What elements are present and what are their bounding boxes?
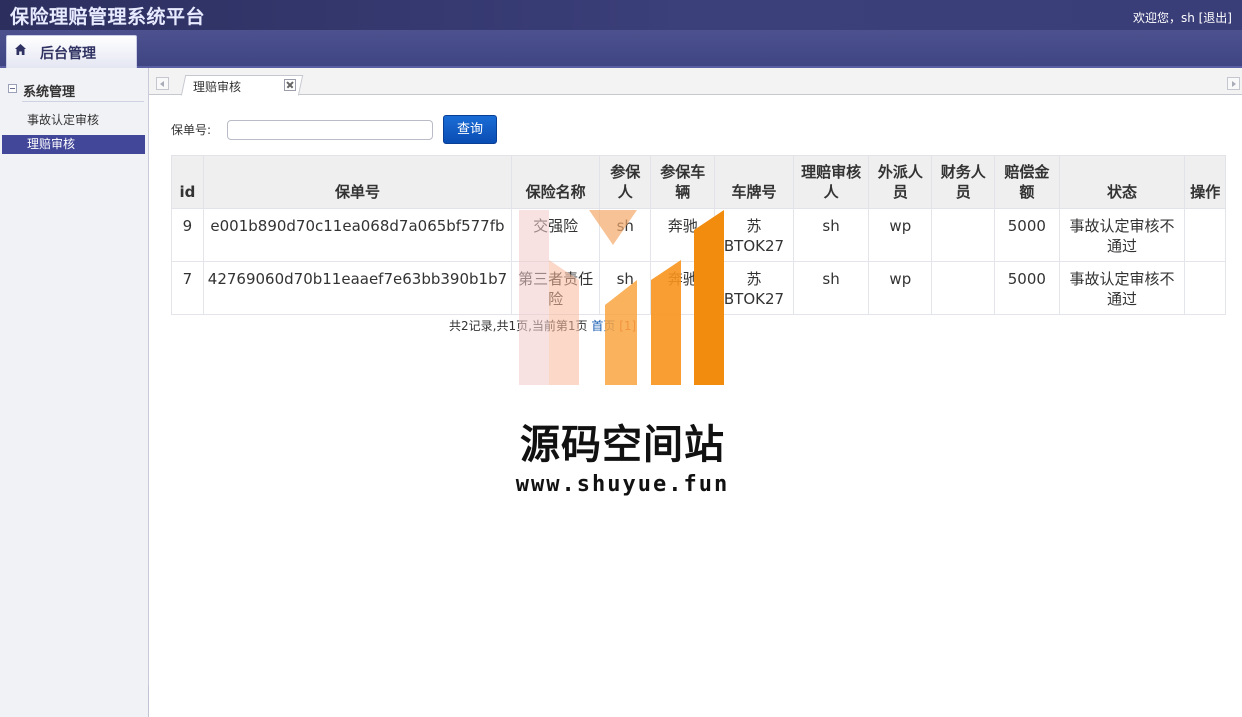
sidebar-item-claim-review[interactable]: 理赔审核	[2, 135, 145, 154]
collapse-icon	[8, 84, 17, 93]
col-header: 操作	[1184, 155, 1226, 209]
tabs-bar	[149, 68, 1242, 96]
tab-scroll-right-icon[interactable]	[1227, 77, 1240, 90]
divider	[22, 101, 144, 102]
table-cell: e001b890d70c11ea068d7a065bf577fb	[202, 208, 513, 262]
module-bar: 后台管理	[0, 30, 1242, 68]
sidebar-item-accident-review[interactable]: 事故认定审核	[2, 111, 145, 130]
claims-table: id 保单号 保险名称 参保人 参保车辆 车牌号 理赔审核人 外派人员 财务人员…	[171, 155, 1226, 315]
pagination-summary: 共2记录,共1页,当前第1页	[449, 319, 588, 333]
tab-scroll-left-icon[interactable]	[156, 77, 169, 90]
col-header: 车牌号	[714, 155, 794, 209]
table-cell: 9	[171, 208, 204, 262]
table-cell: 5000	[994, 261, 1060, 315]
table-cell: sh	[599, 208, 652, 262]
table-cell: 交强险	[511, 208, 601, 262]
table-cell: 42769060d70b11eaaef7e63bb390b1b7	[202, 261, 513, 315]
first-page-link[interactable]: 首页	[591, 319, 615, 333]
app-header: 保险理赔管理系统平台 欢迎您，sh [退出]	[0, 0, 1242, 30]
table-cell: 事故认定审核不通过	[1058, 208, 1186, 262]
table-cell: sh	[792, 261, 870, 315]
table-cell: 苏BTOK27	[714, 208, 794, 262]
col-header: 理赔审核人	[792, 155, 870, 209]
table-cell: 奔驰	[650, 261, 716, 315]
table-cell: wp	[868, 261, 933, 315]
policy-number-input[interactable]	[227, 120, 433, 140]
sidebar-group-label: 系统管理	[23, 85, 76, 100]
table-cell: 7	[171, 261, 204, 315]
table-cell	[931, 261, 996, 315]
sidebar: 系统管理 事故认定审核 理赔审核	[0, 68, 149, 717]
col-header: id	[171, 155, 204, 209]
search-label: 保单号:	[171, 123, 212, 137]
home-icon	[15, 44, 26, 55]
pagination: 共2记录,共1页,当前第1页 首页 [1]	[449, 317, 636, 334]
table-cell: wp	[868, 208, 933, 262]
logout-link[interactable]: [退出]	[1199, 11, 1232, 25]
col-header: 保险名称	[511, 155, 601, 209]
module-tab-label: 后台管理	[40, 46, 96, 62]
table-cell-actions[interactable]	[1184, 261, 1226, 315]
main-content: 保单号: 查询 id 保单号 保险名称 参保人 参保车辆 车牌号 理赔审核人 外…	[149, 96, 1242, 717]
col-header: 状态	[1058, 155, 1186, 209]
col-header: 保单号	[202, 155, 513, 209]
app-title: 保险理赔管理系统平台	[10, 6, 206, 28]
table-cell: 5000	[994, 208, 1060, 262]
table-cell	[931, 208, 996, 262]
table-cell: 第三者责任险	[511, 261, 601, 315]
table-cell: 苏BTOK27	[714, 261, 794, 315]
col-header: 外派人员	[868, 155, 933, 209]
current-page-link[interactable]: [1]	[619, 319, 636, 333]
table-cell: 事故认定审核不通过	[1058, 261, 1186, 315]
table-header-row: id 保单号 保险名称 参保人 参保车辆 车牌号 理赔审核人 外派人员 财务人员…	[171, 155, 1226, 209]
col-header: 参保人	[599, 155, 652, 209]
table-cell-actions[interactable]	[1184, 208, 1226, 262]
table-cell: sh	[599, 261, 652, 315]
table-cell: sh	[792, 208, 870, 262]
user-info: 欢迎您，sh [退出]	[1133, 9, 1232, 26]
search-button[interactable]: 查询	[443, 115, 497, 144]
welcome-text: 欢迎您，sh	[1132, 11, 1195, 25]
col-header: 财务人员	[931, 155, 996, 209]
sidebar-group-system[interactable]: 系统管理	[0, 80, 149, 102]
module-tab-admin[interactable]: 后台管理	[6, 35, 137, 68]
col-header: 赔偿金额	[994, 155, 1060, 209]
table-row: 9 e001b890d70c11ea068d7a065bf577fb 交强险 s…	[171, 208, 1226, 262]
col-header: 参保车辆	[650, 155, 716, 209]
tab-close-icon[interactable]	[284, 79, 296, 91]
tab-label: 理赔审核	[193, 80, 242, 94]
table-row: 7 42769060d70b11eaaef7e63bb390b1b7 第三者责任…	[171, 261, 1226, 315]
table-cell: 奔驰	[650, 208, 716, 262]
